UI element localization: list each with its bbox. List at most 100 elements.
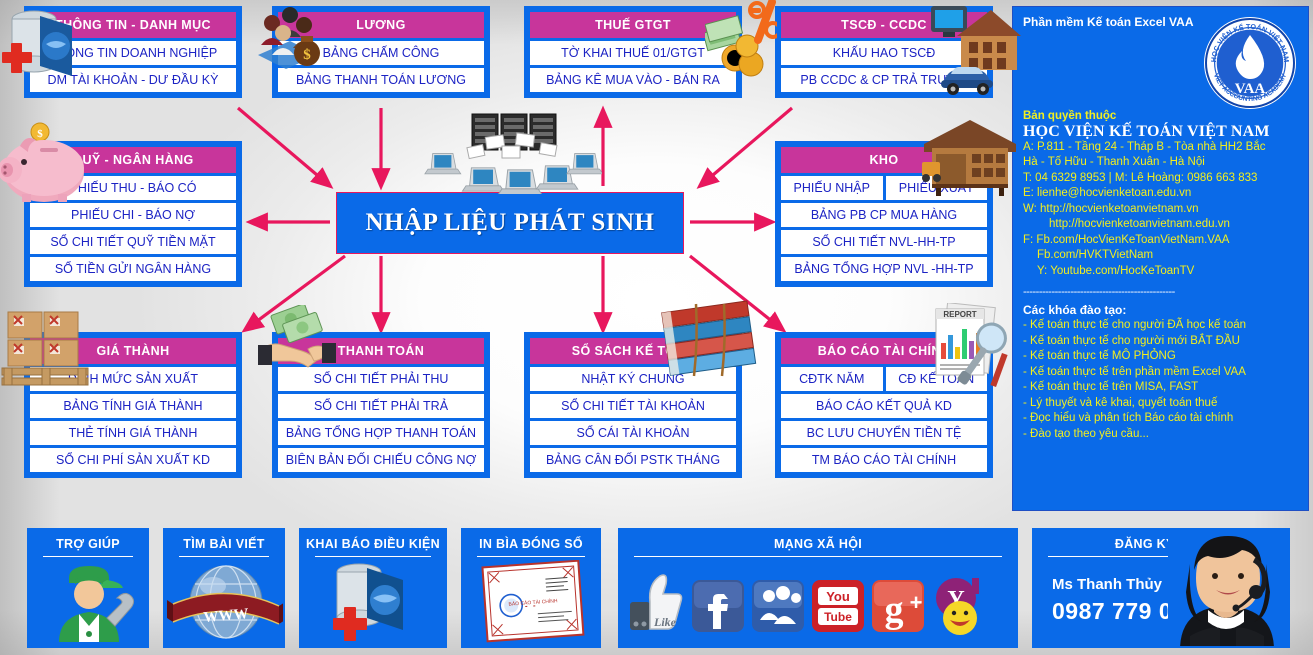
- module-card-thanh-toan[interactable]: THANH TOÁN SỔ CHI TIẾT PHẢI THU SỔ CHI T…: [273, 333, 489, 477]
- yahoo-messenger-icon: Y: [936, 578, 979, 635]
- module-title: THUẾ GTGT: [530, 12, 736, 38]
- module-card-luong[interactable]: LƯƠNG BẢNG CHẤM CÔNG BẢNG THANH TOÁN LƯƠ…: [273, 7, 489, 97]
- module-card-gia-thanh[interactable]: GIÁ THÀNH ĐỊNH MỨC SẢN XUẤT BẢNG TÍNH GI…: [25, 333, 241, 477]
- rule: [179, 556, 269, 557]
- social-label: MẠNG XÃ HỘI: [773, 537, 863, 551]
- module-card-quy-ngan-hang[interactable]: QUỸ - NGÂN HÀNG PHIẾU THU - BÁO CÓ PHIẾU…: [25, 142, 241, 286]
- module-title: KHO: [781, 147, 987, 173]
- google-plus-icon: g +: [872, 580, 924, 632]
- module-title: THÔNG TIN - DANH MỤC: [30, 12, 236, 38]
- module-row[interactable]: BẢNG THANH TOÁN LƯƠNG: [278, 68, 484, 92]
- module-card-bao-cao-tai-chinh[interactable]: BÁO CÁO TÀI CHÍNH CĐTK NĂM CĐ KẾ TOÁN BÁ…: [776, 333, 992, 477]
- youtube-icon: You Tube: [812, 580, 864, 632]
- module-row[interactable]: TM BÁO CÁO TÀI CHÍNH: [781, 448, 987, 472]
- bottom-button-tim-bai-viet[interactable]: TÌM BÀI VIẾT WWW: [163, 528, 285, 648]
- module-row[interactable]: SỔ CHI PHÍ SẢN XUẤT KD: [30, 448, 236, 472]
- module-row[interactable]: THẺ TÍNH GIÁ THÀNH: [30, 421, 236, 445]
- www-globe-icon: WWW: [167, 565, 283, 639]
- course-item: - Đào tạo theo yêu cầu...: [1023, 427, 1149, 440]
- svg-text:$: $: [37, 128, 43, 140]
- svg-text:REPORT: REPORT: [943, 310, 976, 319]
- module-row[interactable]: BC LƯU CHUYỂN TIỀN TỆ: [781, 421, 987, 445]
- call-center-agent-photo: [1168, 530, 1288, 646]
- module-row[interactable]: SỔ CHI TIẾT NVL-HH-TP: [781, 230, 987, 254]
- module-card-thong-tin-danh-muc[interactable]: THÔNG TIN - DANH MỤC THÔNG TIN DOANH NGH…: [25, 7, 241, 97]
- module-row[interactable]: BẢNG PB CP MUA HÀNG: [781, 203, 987, 227]
- module-row[interactable]: SỔ CHI TIẾT QUỸ TIỀN MẶT: [30, 230, 236, 254]
- address-line-1: A: P.811 - Tầng 24 - Tháp B - Tòa nhà HH…: [1023, 140, 1266, 153]
- module-row[interactable]: BẢNG CÂN ĐỐI PSTK THÁNG: [530, 448, 736, 472]
- module-title: TSCĐ - CCDC: [781, 12, 987, 38]
- module-row[interactable]: ĐỊNH MỨC SẢN XUẤT: [30, 367, 236, 391]
- module-title: BÁO CÁO TÀI CHÍNH: [781, 338, 987, 364]
- module-row[interactable]: BẢNG TỔNG HỢP NVL -HH-TP: [781, 257, 987, 281]
- company-info-panel: Phần mềm Kế toán Excel VAA VAA HỌC VIỆN …: [1012, 6, 1309, 511]
- course-item: - Kế toán thực tế cho người mới BẮT ĐẦU: [1023, 334, 1240, 347]
- website-line-1[interactable]: W: http://hocvienketoanvietnam.vn: [1023, 202, 1298, 218]
- module-title: QUỸ - NGÂN HÀNG: [30, 147, 236, 173]
- svg-text:g: g: [885, 589, 904, 631]
- module-row[interactable]: BẢNG KÊ MUA VÀO - BÁN RA: [530, 68, 736, 92]
- phone-line: T: 04 6329 8953 | M: Lê Hoàng: 0986 663 …: [1023, 171, 1258, 184]
- certificate-page-icon: BÁO CÁO TÀI CHÍNH: [481, 560, 585, 643]
- svg-text:Like: Like: [653, 615, 677, 629]
- module-row[interactable]: BÁO CÁO KẾT QUẢ KD: [781, 394, 987, 418]
- module-row[interactable]: SỔ CHI TIẾT TÀI KHOẢN: [530, 394, 736, 418]
- module-card-tscd-ccdc[interactable]: TSCĐ - CCDC KHẤU HAO TSCĐ PB CCDC & CP T…: [776, 7, 992, 97]
- module-row[interactable]: BẢNG TÍNH GIÁ THÀNH: [30, 394, 236, 418]
- module-title: GIÁ THÀNH: [30, 338, 236, 364]
- facebook-line-2[interactable]: Fb.com/HVKTVietNam: [1023, 248, 1298, 264]
- module-row[interactable]: BIÊN BẢN ĐỐI CHIẾU CÔNG NỢ: [278, 448, 484, 472]
- module-row[interactable]: PHIẾU THU - BÁO CÓ: [30, 176, 236, 200]
- module-row-pair: PHIẾU NHẬP PHIẾU XUẤT: [781, 176, 987, 200]
- courses-title: Các khóa đào tạo:: [1023, 302, 1127, 317]
- social-panel: MẠNG XÃ HỘI Like You Tube g + Y: [618, 528, 1018, 648]
- module-row[interactable]: PHIẾU NHẬP: [781, 176, 883, 200]
- module-title: LƯƠNG: [278, 12, 484, 38]
- module-row[interactable]: PB CCDC & CP TRẢ TRƯỚC: [781, 68, 987, 92]
- module-row[interactable]: TỜ KHAI THUẾ 01/GTGT: [530, 41, 736, 65]
- bottom-button-in-bia-dong-so[interactable]: IN BÌA ĐÓNG SỔ BÁO CÁO TÀI CHÍNH: [461, 528, 601, 648]
- module-row[interactable]: PHIẾU CHI - BÁO NỢ: [30, 203, 236, 227]
- module-row[interactable]: NHẬT KÝ CHUNG: [530, 367, 736, 391]
- youtube-line[interactable]: Y: Youtube.com/HocKeToanTV: [1023, 264, 1298, 280]
- central-hub-button[interactable]: NHẬP LIỆU PHÁT SINH: [336, 192, 684, 254]
- module-row[interactable]: SỔ TIỀN GỬI NGÂN HÀNG: [30, 257, 236, 281]
- rule: [477, 556, 585, 557]
- svg-text:You: You: [826, 589, 850, 604]
- module-row[interactable]: CĐTK NĂM: [781, 367, 883, 391]
- module-row[interactable]: SỔ CÁI TÀI KHOẢN: [530, 421, 736, 445]
- register-person: Ms Thanh Thủy: [1052, 576, 1162, 593]
- module-card-so-sach-ke-toan[interactable]: SỔ SÁCH KẾ TOÁN NHẬT KÝ CHUNG SỔ CHI TIẾ…: [525, 333, 741, 477]
- database-plus-icon: [333, 563, 403, 641]
- website-line-2[interactable]: http://hocvienketoanvietnam.edu.vn: [1023, 217, 1298, 233]
- module-row[interactable]: BẢNG TỔNG HỢP THANH TOÁN: [278, 421, 484, 445]
- email-line[interactable]: E: lienhe@hocvienketoan.edu.vn: [1023, 186, 1298, 202]
- bottom-button-label: KHAI BÁO ĐIỀU KIỆN: [306, 537, 440, 551]
- facebook-line-1[interactable]: F: Fb.com/HocVienKeToanVietNam.VAA: [1023, 233, 1298, 249]
- module-row[interactable]: CĐ KẾ TOÁN: [885, 367, 987, 391]
- module-row[interactable]: KHẤU HAO TSCĐ: [781, 41, 987, 65]
- svg-text:+: +: [910, 590, 923, 615]
- thumbs-up-like-icon: Like: [630, 574, 683, 630]
- rule: [634, 556, 1002, 557]
- module-row[interactable]: SỔ CHI TIẾT PHẢI THU: [278, 367, 484, 391]
- social-icon-row[interactable]: Like You Tube g + Y: [620, 560, 1018, 644]
- module-row[interactable]: PHIẾU XUẤT: [885, 176, 987, 200]
- bottom-toolbar: TRỢ GIÚP TÌM BÀI VIẾT WWW KHAI BÁO ĐIỀU …: [0, 518, 1313, 655]
- app-root: THÔNG TIN - DANH MỤC THÔNG TIN DOANH NGH…: [0, 0, 1313, 655]
- bottom-button-khai-bao-dieu-kien[interactable]: KHAI BÁO ĐIỀU KIỆN: [299, 528, 447, 648]
- module-row[interactable]: BẢNG CHẤM CÔNG: [278, 41, 484, 65]
- rule: [43, 556, 133, 557]
- register-panel[interactable]: ĐĂNG KÝ HỌC Ms Thanh Thủy 0987 779 005: [1032, 528, 1290, 648]
- module-card-thue-gtgt[interactable]: THUẾ GTGT TỜ KHAI THUẾ 01/GTGT BẢNG KÊ M…: [525, 7, 741, 97]
- central-hub-label: NHẬP LIỆU PHÁT SINH: [365, 209, 655, 236]
- module-row[interactable]: DM TÀI KHOẢN - DƯ ĐẦU KỲ: [30, 68, 236, 92]
- bottom-button-tro-giup[interactable]: TRỢ GIÚP: [27, 528, 149, 648]
- course-item: - Kế toán thực tế MÔ PHỎNG: [1023, 350, 1176, 362]
- module-row-pair: CĐTK NĂM CĐ KẾ TOÁN: [781, 367, 987, 391]
- module-row[interactable]: SỔ CHI TIẾT PHẢI TRẢ: [278, 394, 484, 418]
- module-card-kho[interactable]: KHO PHIẾU NHẬP PHIẾU XUẤT BẢNG PB CP MUA…: [776, 142, 992, 286]
- course-item: - Kế toán thực tế cho người ĐÃ học kế to…: [1023, 319, 1247, 331]
- module-row[interactable]: THÔNG TIN DOANH NGHIỆP: [30, 41, 236, 65]
